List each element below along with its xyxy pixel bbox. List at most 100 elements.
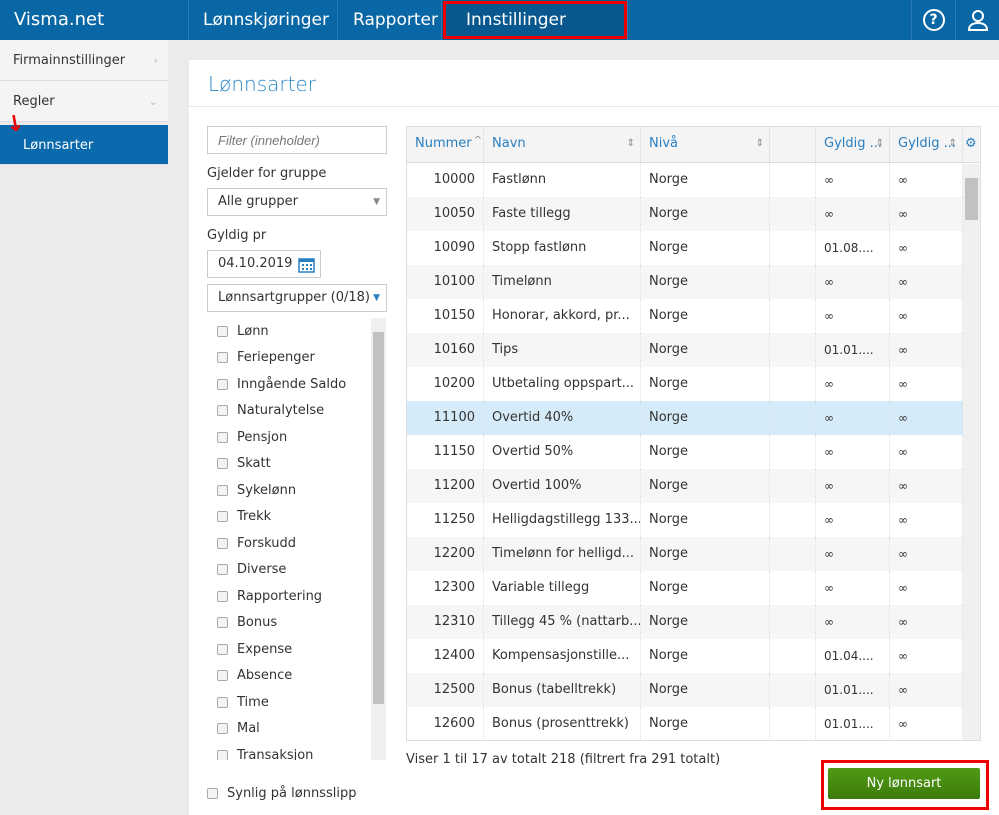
group-checkbox-row[interactable]: Sykelønn xyxy=(207,477,387,504)
group-checkbox-row[interactable]: Transaksjon xyxy=(207,742,387,760)
table-cell xyxy=(770,503,816,537)
checkbox[interactable] xyxy=(217,378,228,390)
table-cell: ∞ xyxy=(890,197,963,231)
user-icon xyxy=(967,10,988,31)
table-row[interactable]: 12400 Kompensasjonstille... Norge 01.04....… xyxy=(407,639,980,673)
app-switcher[interactable]: Visma.net Payroll﹀ xyxy=(0,0,189,70)
table-row[interactable]: 11200 Overtid 100% Norge ∞ ∞ xyxy=(407,469,980,503)
table-row[interactable]: 10000 Fastlønn Norge ∞ ∞ xyxy=(407,163,980,197)
group-checkbox-row[interactable]: Naturalytelse xyxy=(207,398,387,425)
group-checkbox-row[interactable]: Lønn xyxy=(207,318,387,345)
table-row[interactable]: 11250 Helligdagstillegg 133... Norge ∞ ∞ xyxy=(407,503,980,537)
checkbox[interactable] xyxy=(217,749,228,760)
group-checkbox-row[interactable]: Time xyxy=(207,689,387,716)
checkbox[interactable] xyxy=(217,590,228,602)
table-cell: ∞ xyxy=(890,639,963,673)
checkbox[interactable] xyxy=(217,723,228,735)
group-checkbox-row[interactable]: Feriepenger xyxy=(207,345,387,372)
column-header[interactable]: Navn ⇕ xyxy=(484,127,641,162)
table-cell: 12400 xyxy=(407,639,484,673)
group-checkbox-row[interactable]: Absence xyxy=(207,663,387,690)
table-scrollbar[interactable] xyxy=(963,164,980,740)
checkbox[interactable] xyxy=(217,643,228,655)
table-row[interactable]: 10200 Utbetaling oppspart... Norge ∞ ∞ xyxy=(407,367,980,401)
calendar-icon[interactable] xyxy=(298,256,315,273)
table-row[interactable]: 10100 Timelønn Norge ∞ ∞ xyxy=(407,265,980,299)
group-checkbox-row[interactable]: Bonus xyxy=(207,610,387,637)
table-row[interactable]: 12300 Variable tillegg Norge ∞ ∞ xyxy=(407,571,980,605)
group-checkbox-row[interactable]: Trekk xyxy=(207,504,387,531)
payslip-checkbox-row[interactable]: Synlig på lønnsslipp xyxy=(197,780,356,807)
table-cell: ∞ xyxy=(890,231,963,265)
table-row[interactable]: 10150 Honorar, akkord, pr... Norge ∞ ∞ xyxy=(407,299,980,333)
sidebar-item-regler[interactable]: Regler ⌄ xyxy=(0,81,168,122)
sort-asc-icon: ^ xyxy=(473,135,482,146)
table-row[interactable]: 12500 Bonus (tabelltrekk) Norge 01.01.... ∞ xyxy=(407,673,980,707)
sort-icon: ⇕ xyxy=(875,138,884,149)
table-cell: Bonus (prosenttrekk) xyxy=(484,707,641,740)
filter-input[interactable] xyxy=(207,126,387,154)
checkbox[interactable] xyxy=(217,325,228,337)
groups-scrollbar[interactable] xyxy=(371,318,386,760)
nav-lonnskjoringer[interactable]: Lønnskjøringer xyxy=(189,0,338,40)
table-header: Nummer ^ Navn ⇕ Nivå ⇕ Gyldig ... ⇕ Gyldig ... ⇕ ⚙ xyxy=(407,127,980,163)
table-cell: Norge xyxy=(641,265,770,299)
group-label: Time xyxy=(237,694,269,710)
settings-gear-icon[interactable]: ⚙ xyxy=(963,127,980,162)
group-checkbox-row[interactable]: Rapportering xyxy=(207,583,387,610)
checkbox[interactable] xyxy=(217,564,228,576)
table-row[interactable]: 10090 Stopp fastlønn Norge 01.08.... ∞ xyxy=(407,231,980,265)
group-checkbox-row[interactable]: Diverse xyxy=(207,557,387,584)
table-row[interactable]: 12310 Tillegg 45 % (nattarb... Norge ∞ ∞ xyxy=(407,605,980,639)
group-checkbox-row[interactable]: Skatt xyxy=(207,451,387,478)
table-cell xyxy=(770,265,816,299)
table-row[interactable]: 10160 Tips Norge 01.01.... ∞ xyxy=(407,333,980,367)
group-checkbox-row[interactable]: Inngående Saldo xyxy=(207,371,387,398)
table-row[interactable]: 12600 Bonus (prosenttrekk) Norge 01.01.... ∞ xyxy=(407,707,980,740)
table-cell: ∞ xyxy=(890,401,963,435)
table-row[interactable]: 11100 Overtid 40% Norge ∞ ∞ xyxy=(407,401,980,435)
table-row[interactable]: 12200 Timelønn for helligd... Norge ∞ ∞ xyxy=(407,537,980,571)
group-checkbox-row[interactable]: Expense xyxy=(207,636,387,663)
nav-rapporter[interactable]: Rapporter xyxy=(338,0,442,40)
group-select[interactable]: Alle grupper ▼ xyxy=(207,188,387,216)
group-checkbox-row[interactable]: Forskudd xyxy=(207,530,387,557)
checkbox[interactable] xyxy=(217,696,228,708)
column-header-label: Navn xyxy=(492,136,526,151)
table-cell: ∞ xyxy=(890,333,963,367)
valid-date-input[interactable]: 04.10.2019 xyxy=(207,250,321,278)
table-cell: Overtid 100% xyxy=(484,469,641,503)
column-header[interactable] xyxy=(770,127,816,162)
column-header[interactable]: Nivå ⇕ xyxy=(641,127,770,162)
payslip-label: Synlig på lønnsslipp xyxy=(227,785,357,801)
table-row[interactable]: 10050 Faste tillegg Norge ∞ ∞ xyxy=(407,197,980,231)
table-cell: Overtid 50% xyxy=(484,435,641,469)
checkbox[interactable] xyxy=(217,458,228,470)
column-header[interactable]: Gyldig ... ⇕ xyxy=(816,127,890,162)
checkbox[interactable] xyxy=(217,431,228,443)
nav-innstillinger[interactable]: Innstillinger xyxy=(442,0,628,40)
checkbox[interactable] xyxy=(217,670,228,682)
column-header[interactable]: Nummer ^ xyxy=(407,127,484,162)
checkbox[interactable] xyxy=(217,617,228,629)
table-cell: 10200 xyxy=(407,367,484,401)
checkbox[interactable] xyxy=(207,787,218,799)
checkbox[interactable] xyxy=(217,511,228,523)
sidebar-item-firmainnstillinger[interactable]: Firmainnstillinger › xyxy=(0,40,168,81)
checkbox[interactable] xyxy=(217,537,228,549)
group-checkbox-row[interactable]: Mal xyxy=(207,716,387,743)
table-cell xyxy=(770,707,816,740)
user-button[interactable] xyxy=(955,0,999,40)
table-cell: Variable tillegg xyxy=(484,571,641,605)
column-header[interactable]: Gyldig ... ⇕ xyxy=(890,127,963,162)
wage-groups-select[interactable]: Lønnsartgrupper (0/18) ▼ xyxy=(207,284,387,312)
help-button[interactable]: ? xyxy=(911,0,955,40)
new-wage-type-button[interactable]: Ny lønnsart xyxy=(828,768,980,799)
table-row[interactable]: 11150 Overtid 50% Norge ∞ ∞ xyxy=(407,435,980,469)
checkbox[interactable] xyxy=(217,405,228,417)
table-cell: ∞ xyxy=(816,503,890,537)
group-checkbox-row[interactable]: Pensjon xyxy=(207,424,387,451)
checkbox[interactable] xyxy=(217,484,228,496)
checkbox[interactable] xyxy=(217,352,228,364)
help-icon: ? xyxy=(922,9,945,31)
